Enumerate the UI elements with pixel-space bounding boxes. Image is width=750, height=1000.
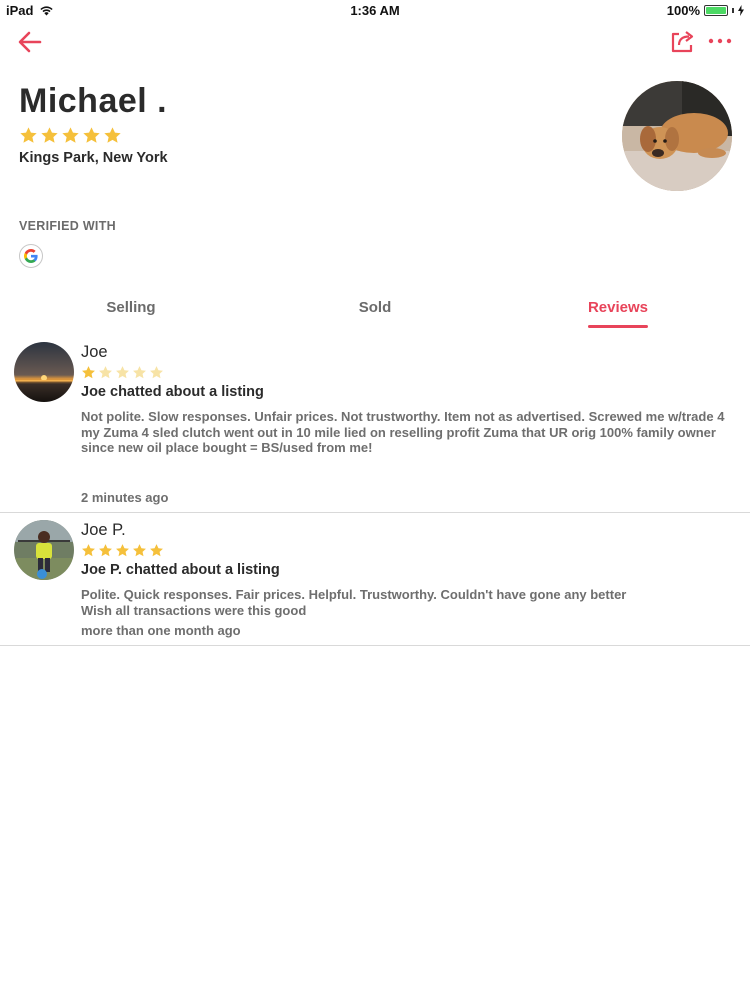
- star-filled-icon: [20, 127, 37, 143]
- profile-avatar[interactable]: [622, 81, 732, 191]
- review-body: Not polite. Slow responses. Unfair price…: [81, 409, 725, 455]
- review-timestamp: 2 minutes ago: [81, 490, 169, 505]
- tab-reviews[interactable]: Reviews: [587, 299, 649, 328]
- review-timestamp: more than one month ago: [81, 623, 241, 638]
- battery-cap: [732, 8, 734, 13]
- battery-fill: [706, 7, 726, 14]
- star-filled-icon: [83, 127, 100, 143]
- nav-bar: [0, 22, 750, 62]
- reviewer-avatar-sunset-image: [14, 342, 74, 402]
- reviewer-name: Joe P.: [81, 521, 126, 539]
- star-empty-icon: [150, 366, 163, 379]
- review-body: Polite. Quick responses. Fair prices. He…: [81, 587, 627, 618]
- star-empty-icon: [116, 366, 129, 379]
- status-time: 1:36 AM: [350, 3, 400, 18]
- review-rating-stars: [81, 543, 164, 558]
- reviewer-avatar[interactable]: [14, 520, 74, 580]
- star-empty-icon: [99, 366, 112, 379]
- profile-avatar-dog-image: [622, 81, 732, 191]
- review-rating-stars: [81, 365, 164, 380]
- review-headline: Joe P. chatted about a listing: [81, 562, 280, 578]
- star-filled-icon: [41, 127, 58, 143]
- review-item: Joe P. Joe P. chatted about a listing Po…: [0, 513, 750, 646]
- battery-percent: 100%: [666, 3, 700, 18]
- tab-selling[interactable]: Selling: [106, 299, 155, 316]
- profile-rating-stars: [19, 126, 122, 145]
- profile-location: Kings Park, New York: [19, 150, 168, 166]
- star-filled-icon: [99, 544, 112, 557]
- share-icon[interactable]: [670, 28, 696, 54]
- star-empty-icon: [133, 366, 146, 379]
- tab-sold[interactable]: Sold: [359, 299, 392, 316]
- star-filled-icon: [104, 127, 121, 143]
- star-filled-icon: [133, 544, 146, 557]
- star-filled-icon: [82, 544, 95, 557]
- profile-tabs: Selling Sold Reviews: [0, 292, 750, 328]
- star-filled-icon: [150, 544, 163, 557]
- back-arrow-icon[interactable]: [16, 28, 44, 56]
- reviewer-avatar-kid-image: [14, 520, 74, 580]
- google-icon: [24, 249, 38, 263]
- profile-name: Michael .: [19, 82, 168, 120]
- active-tab-underline: [587, 325, 649, 328]
- reviewer-avatar[interactable]: [14, 342, 74, 402]
- review-item: Joe Joe chatted about a listing Not poli…: [0, 330, 750, 513]
- star-filled-icon: [62, 127, 79, 143]
- more-dots-icon[interactable]: [706, 28, 734, 54]
- battery-icon: [704, 5, 728, 16]
- charging-bolt-icon: [738, 5, 744, 16]
- review-headline: Joe chatted about a listing: [81, 384, 264, 400]
- star-filled-icon: [82, 366, 95, 379]
- verified-with-label: VERIFIED WITH: [19, 219, 116, 233]
- star-filled-icon: [116, 544, 129, 557]
- status-right: 100%: [667, 3, 744, 18]
- google-verified-badge: [19, 244, 43, 268]
- tab-reviews-label: Reviews: [587, 299, 649, 316]
- status-bar: iPad 1:36 AM 100%: [0, 0, 750, 22]
- reviewer-name: Joe: [81, 343, 108, 361]
- tab-selling-label: Selling: [106, 299, 156, 316]
- tab-sold-label: Sold: [358, 299, 392, 316]
